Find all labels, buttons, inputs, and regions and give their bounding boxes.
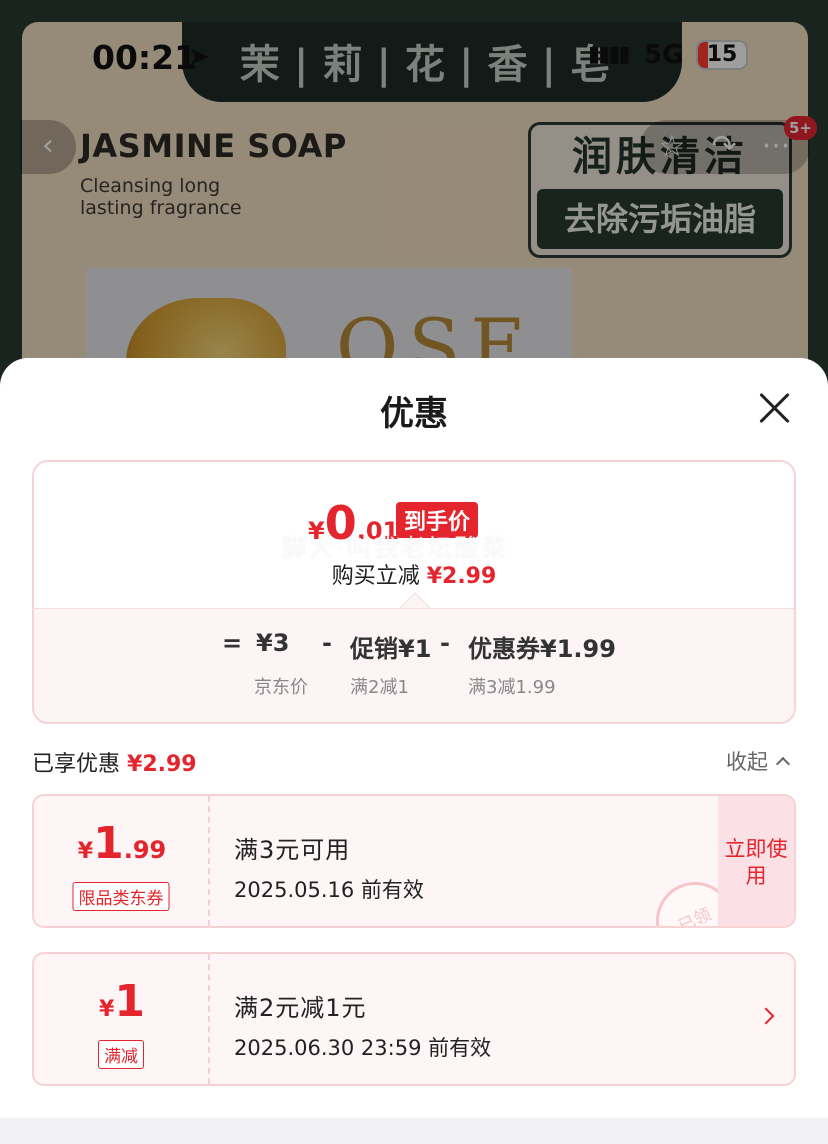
calc-minus-2: - [440,629,450,657]
coupon-currency: ¥ [77,839,94,864]
promo-discount-sub: 满2减1 [350,677,409,698]
chevron-right-icon[interactable] [757,1007,775,1025]
promo-discount: 促销¥1 [350,635,432,663]
coupon-discount: 优惠券¥1.99 [468,635,616,663]
price-calculation: = ¥3 京东价 - 促销¥1 满2减1 - 优惠券¥1.99 满3减1.99 [34,608,794,722]
enjoyed-label: 已享优惠 [32,752,121,777]
coupon-condition: 满3元可用 [234,836,351,864]
final-price-section: ¥0.01 到手价 脚大·叫我老坛酸菜 购买立减 ¥2.99 [34,462,794,608]
jd-price-label: 京东价 [254,677,308,698]
collapse-button[interactable]: 收起 [726,746,791,776]
enjoyed-discount: 已享优惠 ¥2.99 [32,746,197,778]
coupon-type-tag: 限品类东券 [72,882,170,911]
coupon-condition: 满2元减1元 [234,994,367,1022]
jd-price: ¥3 [256,629,290,657]
coupon-amount: ¥1 [34,976,210,1027]
use-now-button[interactable]: 立即使用 [718,796,794,926]
discount-sheet: 优惠 ¥0.01 到手价 脚大·叫我老坛酸菜 购买立减 ¥2.99 = ¥3 京… [0,358,828,1144]
coupon-expiry: 2025.06.30 23:59 前有效 [234,1036,492,1060]
instant-discount-label: 购买立减 [331,564,420,589]
price-breakdown-card: ¥0.01 到手价 脚大·叫我老坛酸菜 购买立减 ¥2.99 = ¥3 京东价 … [32,460,796,724]
instant-discount-line: 购买立减 ¥2.99 [34,558,794,590]
coupon-expiry: 2025.05.16 前有效 [234,878,424,902]
coupon-amount-section: ¥1 满减 [34,954,210,1084]
coupon-decimal: .99 [123,836,167,864]
bottom-strip [0,1118,828,1144]
chevron-up-icon [775,756,791,772]
calc-equals: = [222,629,243,657]
coupon-type-tag: 满减 [98,1040,144,1069]
coupon-card[interactable]: ¥1 满减 满2元减1元 2025.06.30 23:59 前有效 [32,952,796,1086]
coupon-currency: ¥ [99,997,115,1022]
close-button[interactable] [752,386,796,430]
collapse-label: 收起 [726,750,768,774]
coupon-integer: 1 [114,976,145,1027]
calc-minus-1: - [322,629,332,657]
instant-discount-amount: ¥2.99 [426,564,497,589]
coupon-discount-sub: 满3减1.99 [468,677,556,698]
coupon-amount: ¥1.99 [34,818,210,869]
sheet-title: 优惠 [380,394,448,434]
coupon-integer: 1 [93,818,124,869]
coupon-card[interactable]: ¥1.99 限品类东券 满3元可用 2025.05.16 前有效 已领 立即使用 [32,794,796,928]
enjoyed-amount: ¥2.99 [127,752,197,777]
coupon-amount-section: ¥1.99 限品类东券 [34,796,210,926]
